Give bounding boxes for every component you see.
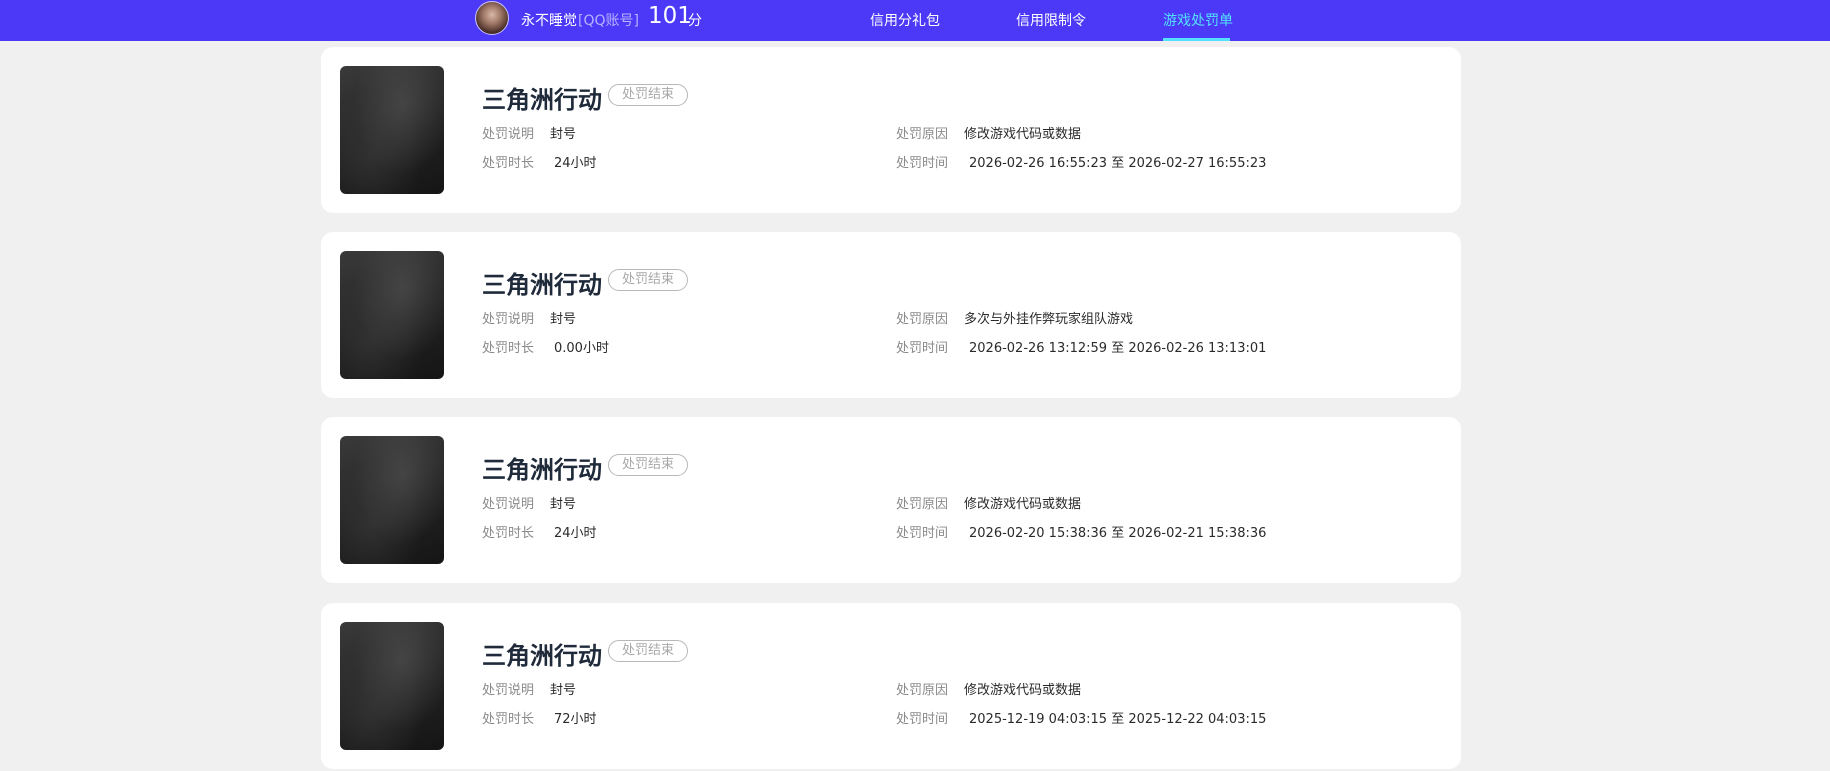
status-badge: 处罚结束 — [608, 640, 688, 662]
user-name: 永不睡觉 — [521, 13, 577, 29]
description-value: 封号 — [550, 497, 577, 512]
penalty-card: 三角洲行动 处罚结束 处罚说明 封号 处罚时长 24小时 处罚原因 修改游戏代码… — [321, 47, 1461, 213]
reason-value: 修改游戏代码或数据 — [964, 127, 1082, 142]
time-value: 2026-02-26 16:55:23 至 2026-02-27 16:55:2… — [969, 156, 1267, 171]
reason-value: 修改游戏代码或数据 — [964, 683, 1082, 698]
duration-label: 处罚时长 — [482, 712, 535, 727]
description-value: 封号 — [550, 312, 577, 327]
status-badge: 处罚结束 — [608, 84, 688, 106]
duration-value: 24小时 — [554, 526, 597, 541]
game-title: 三角洲行动 — [482, 86, 602, 114]
tab-game-penalty[interactable]: 游戏处罚单 — [1163, 10, 1233, 30]
game-cover-image — [340, 66, 444, 194]
duration-label: 处罚时长 — [482, 341, 535, 356]
time-value: 2026-02-26 13:12:59 至 2026-02-26 13:13:0… — [969, 341, 1267, 356]
time-label: 处罚时间 — [896, 526, 949, 541]
penalty-card: 三角洲行动 处罚结束 处罚说明 封号 处罚时长 0.00小时 处罚原因 多次与外… — [321, 232, 1461, 398]
penalty-card: 三角洲行动 处罚结束 处罚说明 封号 处罚时长 24小时 处罚原因 修改游戏代码… — [321, 417, 1461, 583]
status-badge: 处罚结束 — [608, 454, 688, 476]
avatar[interactable] — [475, 1, 509, 35]
credit-score-unit: 分 — [688, 13, 702, 29]
reason-value: 修改游戏代码或数据 — [964, 497, 1082, 512]
description-label: 处罚说明 — [482, 497, 535, 512]
penalty-card: 三角洲行动 处罚结束 处罚说明 封号 处罚时长 72小时 处罚原因 修改游戏代码… — [321, 603, 1461, 769]
description-label: 处罚说明 — [482, 127, 535, 142]
time-label: 处罚时间 — [896, 341, 949, 356]
time-value: 2026-02-20 15:38:36 至 2026-02-21 15:38:3… — [969, 526, 1267, 541]
description-value: 封号 — [550, 127, 577, 142]
duration-value: 24小时 — [554, 156, 597, 171]
active-tab-indicator — [1163, 38, 1230, 41]
time-label: 处罚时间 — [896, 712, 949, 727]
game-cover-image — [340, 622, 444, 750]
game-title: 三角洲行动 — [482, 271, 602, 299]
reason-label: 处罚原因 — [896, 127, 949, 142]
tab-credit-gift-pack[interactable]: 信用分礼包 — [870, 10, 940, 30]
duration-value: 72小时 — [554, 712, 597, 727]
credit-score: 101 — [648, 3, 692, 29]
description-label: 处罚说明 — [482, 312, 535, 327]
game-cover-image — [340, 436, 444, 564]
description-value: 封号 — [550, 683, 577, 698]
top-nav-bar: 永不睡觉 [QQ账号] 101 分 信用分礼包 信用限制令 游戏处罚单 — [0, 0, 1830, 41]
reason-label: 处罚原因 — [896, 497, 949, 512]
game-title: 三角洲行动 — [482, 456, 602, 484]
account-type: [QQ账号] — [578, 13, 639, 29]
time-label: 处罚时间 — [896, 156, 949, 171]
duration-value: 0.00小时 — [554, 341, 609, 356]
reason-label: 处罚原因 — [896, 683, 949, 698]
game-cover-image — [340, 251, 444, 379]
time-value: 2025-12-19 04:03:15 至 2025-12-22 04:03:1… — [969, 712, 1267, 727]
game-title: 三角洲行动 — [482, 642, 602, 670]
description-label: 处罚说明 — [482, 683, 535, 698]
reason-label: 处罚原因 — [896, 312, 949, 327]
tab-credit-restriction[interactable]: 信用限制令 — [1016, 10, 1086, 30]
status-badge: 处罚结束 — [608, 269, 688, 291]
duration-label: 处罚时长 — [482, 526, 535, 541]
reason-value: 多次与外挂作弊玩家组队游戏 — [964, 312, 1134, 327]
duration-label: 处罚时长 — [482, 156, 535, 171]
